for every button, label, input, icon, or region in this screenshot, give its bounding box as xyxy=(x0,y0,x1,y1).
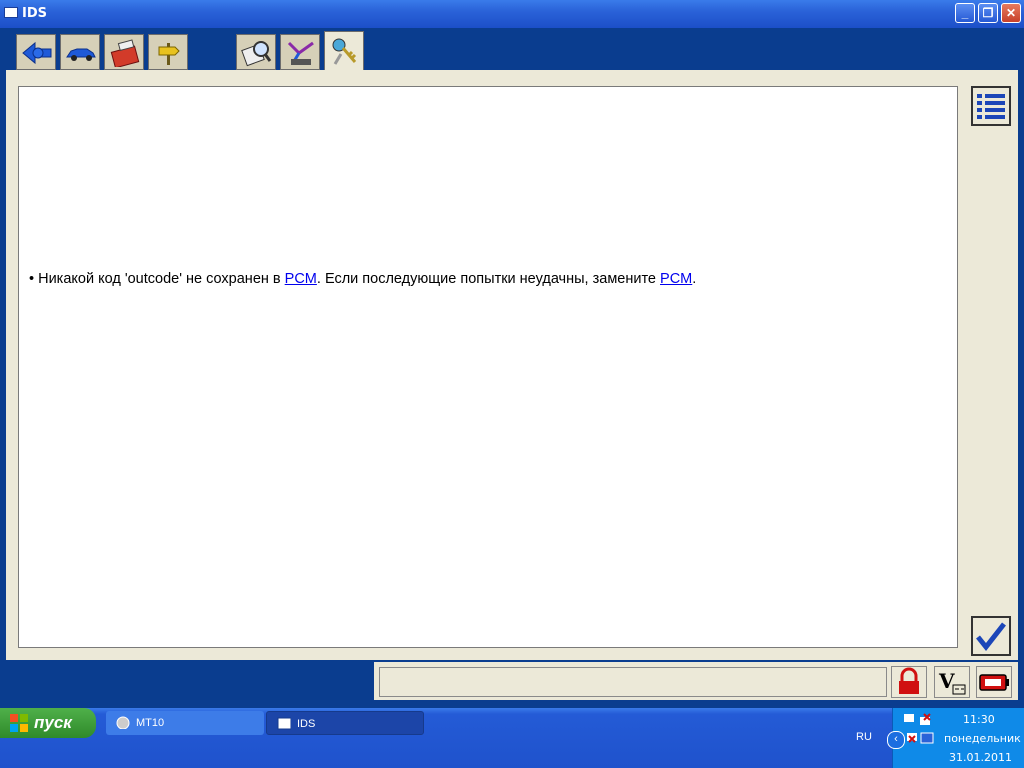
taskbar-item-ids[interactable]: IDS xyxy=(266,711,424,735)
title-bar: IDS _ ❐ ✕ xyxy=(0,0,1024,28)
message-part: . Если последующие попытки неудачны, зам… xyxy=(316,271,661,287)
tab-back[interactable] xyxy=(16,34,56,70)
window-title: IDS xyxy=(22,6,47,21)
direction-sign-icon xyxy=(158,43,180,65)
tab-network[interactable] xyxy=(280,34,320,70)
network-tools-icon xyxy=(287,41,314,65)
content-panel: • Никакой код 'outcode' не сохранен в PC… xyxy=(18,86,958,648)
keys-icon xyxy=(332,38,357,65)
restore-button[interactable]: ❐ xyxy=(978,3,998,23)
clock-time[interactable]: 11:30 xyxy=(963,713,995,726)
battery-status xyxy=(976,666,1012,698)
start-label: пуск xyxy=(34,713,72,732)
voltage-status: V xyxy=(934,666,970,698)
message-bullet: • xyxy=(29,271,35,287)
confirm-button[interactable] xyxy=(971,616,1011,656)
tab-vehicle[interactable] xyxy=(60,34,100,70)
tab-diagnostics[interactable] xyxy=(236,34,276,70)
voltage-icon: V xyxy=(938,669,966,695)
svg-text:V: V xyxy=(938,669,955,693)
window-icon xyxy=(277,717,291,730)
lock-icon xyxy=(899,667,919,694)
clock-date: 31.01.2011 xyxy=(949,751,1012,764)
toolbox-icon xyxy=(110,39,140,67)
show-hidden-icons-button[interactable]: ‹ xyxy=(887,731,905,749)
task-label: IDS xyxy=(297,718,316,730)
clock-day: понедельник xyxy=(944,732,1021,745)
minimize-button[interactable]: _ xyxy=(955,3,975,23)
window-icon xyxy=(4,7,18,18)
status-field xyxy=(379,667,887,697)
pcm-link[interactable]: PCM xyxy=(660,271,692,287)
tab-toolbox[interactable] xyxy=(104,34,144,70)
list-icon xyxy=(977,94,1005,119)
vehicle-icon xyxy=(66,48,96,61)
arrow-back-icon xyxy=(22,41,52,65)
system-tray: ‹ 11:30 понедельник 31.01.2011 xyxy=(887,708,1024,768)
tab-direction[interactable] xyxy=(148,34,188,70)
close-button[interactable]: ✕ xyxy=(1001,3,1021,23)
battery-icon xyxy=(979,674,1009,691)
tab-strip xyxy=(0,28,1024,72)
taskbar-item-mt10[interactable]: MT10 xyxy=(106,711,264,735)
tab-keys[interactable] xyxy=(324,31,364,71)
lock-status xyxy=(891,666,927,698)
message-part: Никакой код 'outcode' не сохранен в xyxy=(38,271,285,287)
checkmark-icon xyxy=(976,622,1006,652)
app-icon xyxy=(116,716,130,729)
pcm-link[interactable]: PCM xyxy=(285,271,317,287)
task-label: MT10 xyxy=(136,717,165,729)
magnifier-document-icon xyxy=(241,41,272,67)
network-disconnected-icon[interactable] xyxy=(905,730,939,748)
list-button[interactable] xyxy=(971,86,1011,126)
message-text: • Никакой код 'outcode' не сохранен в PC… xyxy=(29,271,696,287)
language-indicator[interactable]: RU xyxy=(856,731,872,743)
message-part: . xyxy=(692,271,697,287)
network-icon[interactable] xyxy=(902,712,936,728)
windows-logo-icon xyxy=(10,714,28,732)
